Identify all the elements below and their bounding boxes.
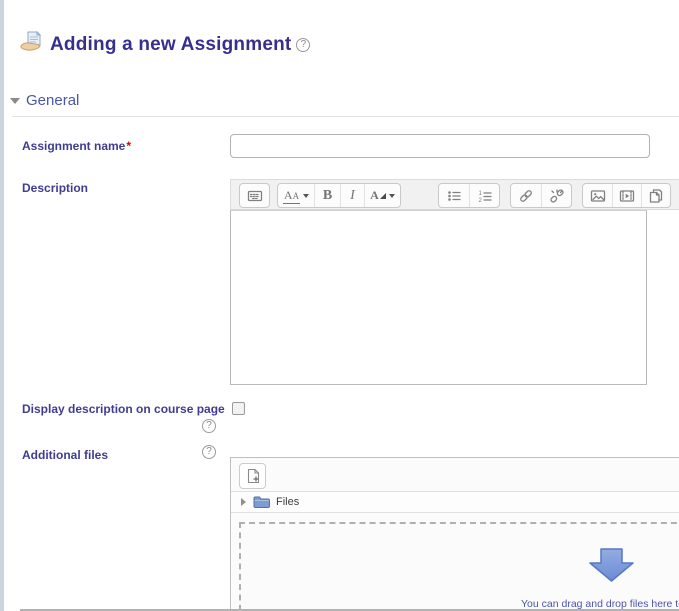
font-family-icon: AA — [283, 188, 300, 204]
add-file-button[interactable] — [239, 463, 266, 489]
italic-button[interactable]: I — [340, 184, 364, 207]
text-color-button[interactable]: A — [364, 184, 400, 207]
page-title: Adding a new Assignment — [50, 34, 291, 56]
assignment-icon — [20, 31, 45, 58]
toolbar-group-text: AA B I A — [277, 183, 401, 208]
font-family-button[interactable]: AA — [278, 184, 314, 207]
help-icon[interactable]: ? — [202, 419, 216, 433]
toolbar-group-lists: 1 2 — [438, 183, 500, 208]
required-marker: * — [126, 139, 131, 153]
folder-icon — [253, 495, 270, 509]
moodle-add-assignment-page: Adding a new Assignment ? General Assign… — [0, 0, 679, 611]
ordered-list-button[interactable]: 1 2 — [469, 184, 499, 207]
insert-media-icon — [619, 188, 635, 204]
section-header-general[interactable]: General — [10, 92, 79, 109]
editor-toolbar: AA B I A — [230, 179, 679, 210]
insert-file-button[interactable] — [641, 184, 670, 207]
collapse-toolbar-button[interactable] — [240, 184, 269, 207]
help-icon[interactable]: ? — [202, 445, 216, 459]
toolbar-group-links — [510, 183, 572, 208]
new-file-icon — [244, 467, 262, 485]
tree-expand-icon[interactable] — [241, 498, 246, 506]
additional-files-label: Additional files — [22, 448, 108, 462]
filemanager-root-label: Files — [276, 496, 299, 508]
unordered-list-icon — [446, 188, 462, 204]
drag-drop-arrow-icon — [588, 548, 635, 588]
assignment-name-label: Assignment name* — [22, 139, 131, 153]
page-header: Adding a new Assignment ? — [20, 31, 310, 58]
filemanager: Files You can drag and drop files here t… — [230, 457, 679, 611]
display-description-label: Display description on course page — [22, 402, 225, 416]
insert-media-button[interactable] — [612, 184, 641, 207]
bold-button[interactable]: B — [314, 184, 340, 207]
svg-text:1: 1 — [478, 191, 482, 197]
filemanager-root-row[interactable]: Files — [231, 491, 679, 513]
insert-image-button[interactable] — [583, 184, 612, 207]
assignment-name-input[interactable] — [230, 134, 650, 158]
collapse-toolbar-icon — [247, 188, 263, 204]
collapse-caret-icon — [10, 98, 20, 104]
unlink-button[interactable] — [541, 184, 571, 207]
unlink-icon — [549, 188, 565, 204]
section-divider — [12, 116, 679, 117]
chevron-down-icon — [389, 194, 395, 198]
bold-icon: B — [323, 188, 332, 204]
toolbar-group-collapse — [239, 183, 270, 208]
file-dropzone[interactable]: You can drag and drop files here to add … — [239, 522, 679, 611]
insert-image-icon — [590, 188, 606, 204]
display-description-checkbox[interactable] — [232, 402, 245, 415]
ordered-list-icon: 1 2 — [477, 188, 493, 204]
toolbar-group-media — [582, 183, 671, 208]
svg-text:2: 2 — [478, 198, 482, 204]
link-button[interactable] — [511, 184, 541, 207]
description-editor-area[interactable] — [230, 210, 647, 385]
insert-file-icon — [648, 188, 664, 204]
unordered-list-button[interactable] — [439, 184, 469, 207]
text-color-icon: A — [370, 188, 379, 203]
help-icon[interactable]: ? — [296, 38, 310, 52]
page-left-edge — [0, 0, 4, 611]
link-icon — [518, 188, 534, 204]
section-label: General — [26, 92, 79, 109]
description-label: Description — [22, 181, 88, 195]
chevron-down-icon — [303, 194, 309, 198]
italic-icon: I — [350, 188, 355, 204]
